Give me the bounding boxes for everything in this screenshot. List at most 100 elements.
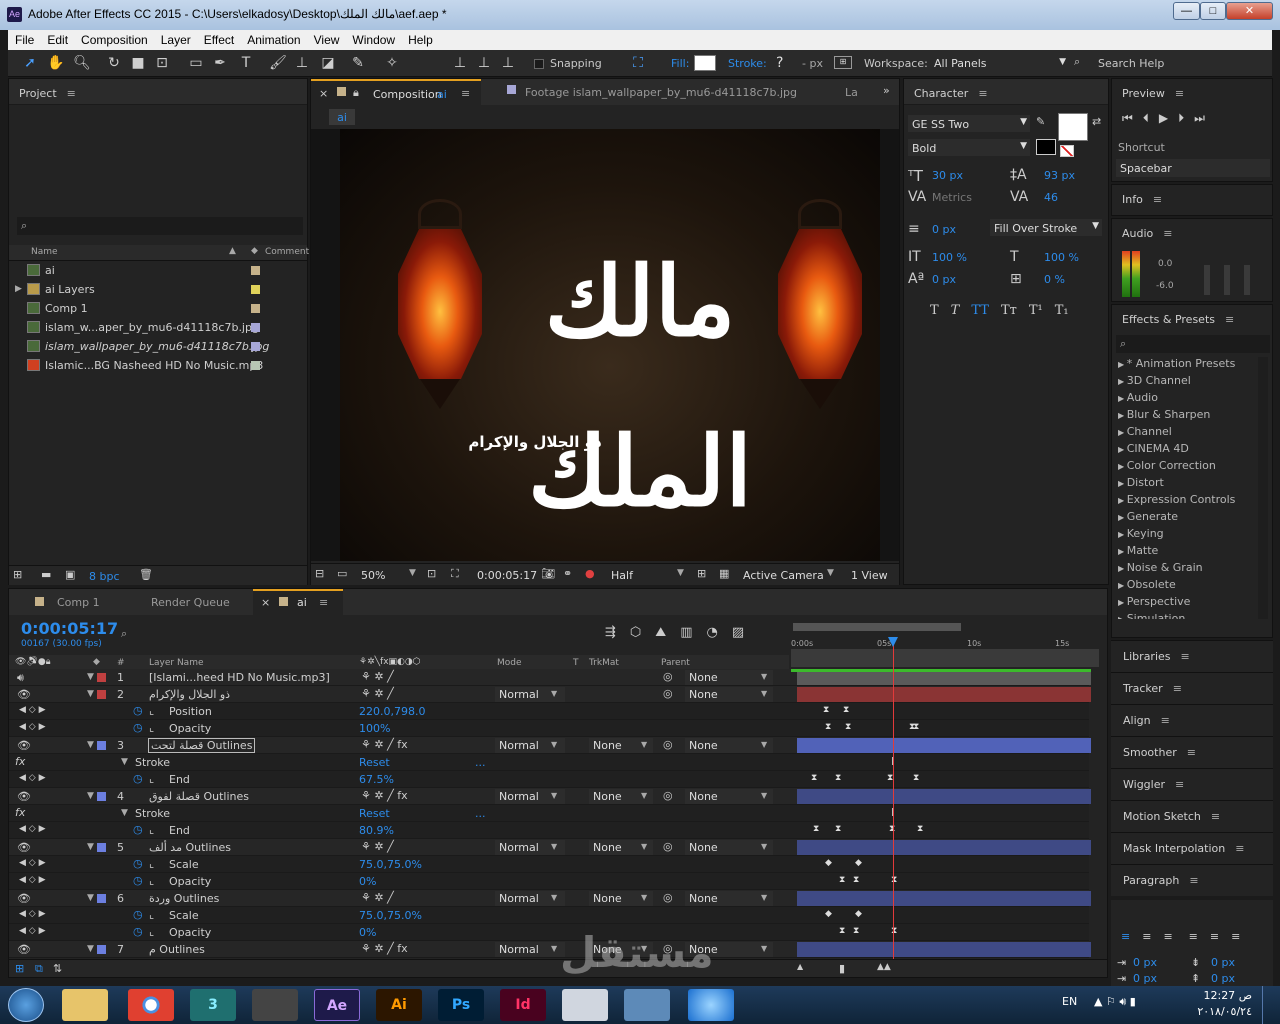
axis-mode-icon[interactable]: ⊥ bbox=[450, 54, 470, 72]
keyframe-icon[interactable]: ◆ bbox=[825, 858, 832, 868]
effects-search-input[interactable]: ⌕ bbox=[1116, 335, 1270, 353]
keyframe-navigator-icon[interactable]: ◀ ◇ ▶ bbox=[19, 909, 46, 919]
pen-tool-icon[interactable]: ✒ bbox=[210, 54, 230, 72]
add-shape-icon[interactable]: ⊞ bbox=[834, 56, 852, 69]
panel-menu-icon[interactable]: ≡ bbox=[1181, 650, 1190, 663]
keyframe-navigator-icon[interactable]: ◀ ◇ ▶ bbox=[19, 722, 46, 732]
panel-menu-icon[interactable]: ≡ bbox=[978, 87, 987, 100]
3dsmax-icon[interactable]: 3 bbox=[190, 989, 236, 1021]
layer-label-swatch[interactable] bbox=[97, 843, 106, 852]
leading-value[interactable]: 93 px bbox=[1044, 169, 1075, 182]
clock-date[interactable]: ٢٠١٨/٠٥/٢٤ bbox=[1190, 1005, 1252, 1018]
panel-menu-icon[interactable]: ≡ bbox=[1163, 227, 1172, 240]
stroke-width[interactable]: - px bbox=[802, 57, 823, 70]
visibility-eye-icon[interactable]: 👁︎ bbox=[17, 841, 31, 854]
layer-switches[interactable]: ⚘ ✲ ╱ bbox=[361, 891, 394, 904]
keyframe-icon[interactable]: ⧗ bbox=[835, 773, 841, 783]
graph-icon[interactable]: ⌞ bbox=[149, 721, 154, 734]
show-snapshot-icon[interactable]: ⚭ bbox=[563, 567, 572, 580]
visibility-eye-icon[interactable]: 👁︎ bbox=[17, 943, 31, 956]
align-left-icon[interactable]: ≡ bbox=[1121, 930, 1130, 943]
viewer-canvas[interactable]: مالك الملك ذو الجلال والإكرام bbox=[311, 129, 899, 561]
timeline-property-row[interactable]: ◀ ◇ ▶ ◷ ⌞ Scale 75.0,75.0% ◆ ◆ bbox=[9, 907, 1089, 924]
effect-category[interactable]: ▶ Simulation bbox=[1118, 612, 1185, 619]
effect-category[interactable]: ▶ 3D Channel bbox=[1118, 374, 1191, 391]
toggle-inout-icon[interactable]: ⇅ bbox=[53, 962, 62, 975]
layer-switches[interactable]: ⚘ ✲ ╱ fx bbox=[361, 738, 408, 751]
display-icon[interactable]: ▭ bbox=[337, 567, 347, 580]
panel-menu-icon[interactable]: ≡ bbox=[1225, 313, 1234, 326]
shortcut-select[interactable]: Spacebar bbox=[1116, 159, 1270, 177]
parent-dropdown-icon[interactable]: ▼ bbox=[761, 842, 767, 851]
more-options-icon[interactable]: ... bbox=[475, 756, 486, 769]
trash-icon[interactable]: 🗑︎ bbox=[139, 568, 153, 581]
play-icon[interactable]: ▶ bbox=[1159, 111, 1168, 125]
always-preview-icon[interactable]: ⊟ bbox=[315, 567, 324, 580]
graph-icon[interactable]: ⌞ bbox=[149, 874, 154, 887]
parent-dropdown-icon[interactable]: ▼ bbox=[761, 893, 767, 902]
brush-tool-icon[interactable]: 🖌︎ bbox=[268, 54, 288, 72]
minimize-button[interactable]: — bbox=[1173, 2, 1200, 20]
panel-mask-interpolation[interactable]: Mask Interpolation ≡ bbox=[1111, 832, 1273, 864]
col-name[interactable]: Name bbox=[31, 247, 58, 257]
workspace-select[interactable]: All Panels ▼ bbox=[930, 54, 1068, 72]
interpret-footage-icon[interactable]: ⊞ bbox=[13, 568, 22, 581]
timeline-search-icon[interactable]: ⌕ bbox=[121, 627, 127, 641]
resolution-select[interactable]: Half bbox=[611, 569, 633, 582]
effect-category[interactable]: ▶ Noise & Grain bbox=[1118, 561, 1203, 578]
close-tab-icon[interactable]: × bbox=[261, 596, 270, 609]
layer-duration-bar[interactable] bbox=[797, 738, 1091, 753]
tracking-value[interactable]: 46 bbox=[1044, 191, 1058, 204]
clock-time[interactable]: 12:27 ص bbox=[1200, 989, 1252, 1002]
channel-icon[interactable]: ● bbox=[585, 567, 595, 580]
timeline-property-row[interactable]: ◀ ◇ ▶ ◷ ⌞ Opacity 100% ⧗ ⧗ ⧗ ⧗ bbox=[9, 720, 1089, 737]
project-item[interactable]: islam_w...aper_by_mu6-d41118c7b.jpg bbox=[9, 319, 307, 337]
expand-layer-icon[interactable]: ▼ bbox=[87, 842, 94, 852]
project-search-input[interactable]: ⌕ bbox=[17, 217, 303, 235]
timeline-property-row[interactable]: ◀ ◇ ▶ ◷ ⌞ End 67.5% ⧗ ⧗ ⧗ ⧗ bbox=[9, 771, 1089, 788]
layer-switches[interactable]: ⚘ ✲ ╱ fx bbox=[361, 789, 408, 802]
draft-3d-icon[interactable]: ⬡ bbox=[630, 625, 641, 640]
layer-label-swatch[interactable] bbox=[97, 894, 106, 903]
layer-duration-bar[interactable] bbox=[797, 942, 1091, 957]
parent-select[interactable]: None bbox=[685, 891, 773, 906]
parent-pickwhip-icon[interactable]: ◎ bbox=[663, 789, 673, 802]
layer-name[interactable]: وردة Outlines bbox=[149, 892, 219, 905]
roto-brush-tool-icon[interactable]: ✎ bbox=[348, 54, 368, 72]
stopwatch-icon[interactable]: ◷ bbox=[133, 925, 143, 938]
tray-arrow-icon[interactable]: ▲ bbox=[1094, 995, 1102, 1008]
calculator-icon[interactable] bbox=[562, 989, 608, 1021]
camera-dropdown-icon[interactable]: ▼ bbox=[827, 568, 834, 578]
zoom-select[interactable]: 50% bbox=[361, 569, 385, 582]
transparency-grid-icon[interactable]: ▦ bbox=[719, 567, 729, 580]
col-comment[interactable]: Comment bbox=[265, 247, 309, 257]
keyframe-icon[interactable]: ◆ bbox=[825, 909, 832, 919]
panel-menu-icon[interactable]: ≡ bbox=[1175, 87, 1184, 100]
timeline-layer-row[interactable]: 👁︎ ▼ 7 م Outlines ⚘ ✲ ╱ fx Normal ▼ None ▼ ◎ None ▼ bbox=[9, 941, 1091, 958]
parent-select[interactable]: None bbox=[685, 789, 773, 804]
property-value[interactable]: 75.0,75.0% bbox=[359, 909, 422, 922]
resolution-dropdown-icon[interactable]: ▼ bbox=[677, 568, 684, 578]
menu-edit[interactable]: Edit bbox=[40, 30, 74, 47]
keyframe-icon[interactable]: ⧗ bbox=[853, 926, 859, 936]
prev-frame-icon[interactable]: ⏴ bbox=[1143, 111, 1149, 125]
zoom-slider[interactable]: ▮ bbox=[839, 962, 845, 975]
visibility-eye-icon[interactable]: 🔊︎ bbox=[17, 671, 24, 685]
property-value[interactable]: 100% bbox=[359, 722, 390, 735]
panel-menu-icon[interactable]: ≡ bbox=[461, 87, 470, 100]
justify-all-icon[interactable]: ≡ bbox=[1231, 930, 1240, 943]
rotate-tool-icon[interactable]: ↻ bbox=[104, 54, 124, 72]
menu-effect[interactable]: Effect bbox=[197, 30, 240, 47]
keyframe-icon[interactable]: ⧗ bbox=[917, 824, 923, 834]
language-indicator[interactable]: EN bbox=[1062, 995, 1077, 1008]
tab-layer[interactable]: La bbox=[845, 86, 858, 99]
menu-view[interactable]: View bbox=[307, 30, 346, 47]
audio-slider-3[interactable] bbox=[1244, 265, 1250, 295]
align-center-icon[interactable]: ≡ bbox=[1142, 930, 1151, 943]
bit-depth[interactable]: 8 bpc bbox=[89, 570, 120, 583]
justify-center-icon[interactable]: ≡ bbox=[1210, 930, 1219, 943]
trkmat-dropdown-icon[interactable]: ▼ bbox=[641, 740, 647, 749]
expand-layer-icon[interactable]: ▼ bbox=[87, 672, 94, 682]
timeline-property-row[interactable]: ◀ ◇ ▶ ◷ ⌞ Opacity 0% ⧗ ⧗ ⧗ bbox=[9, 873, 1089, 890]
timeline-timecode[interactable]: 0:00:05:17 bbox=[21, 619, 118, 638]
